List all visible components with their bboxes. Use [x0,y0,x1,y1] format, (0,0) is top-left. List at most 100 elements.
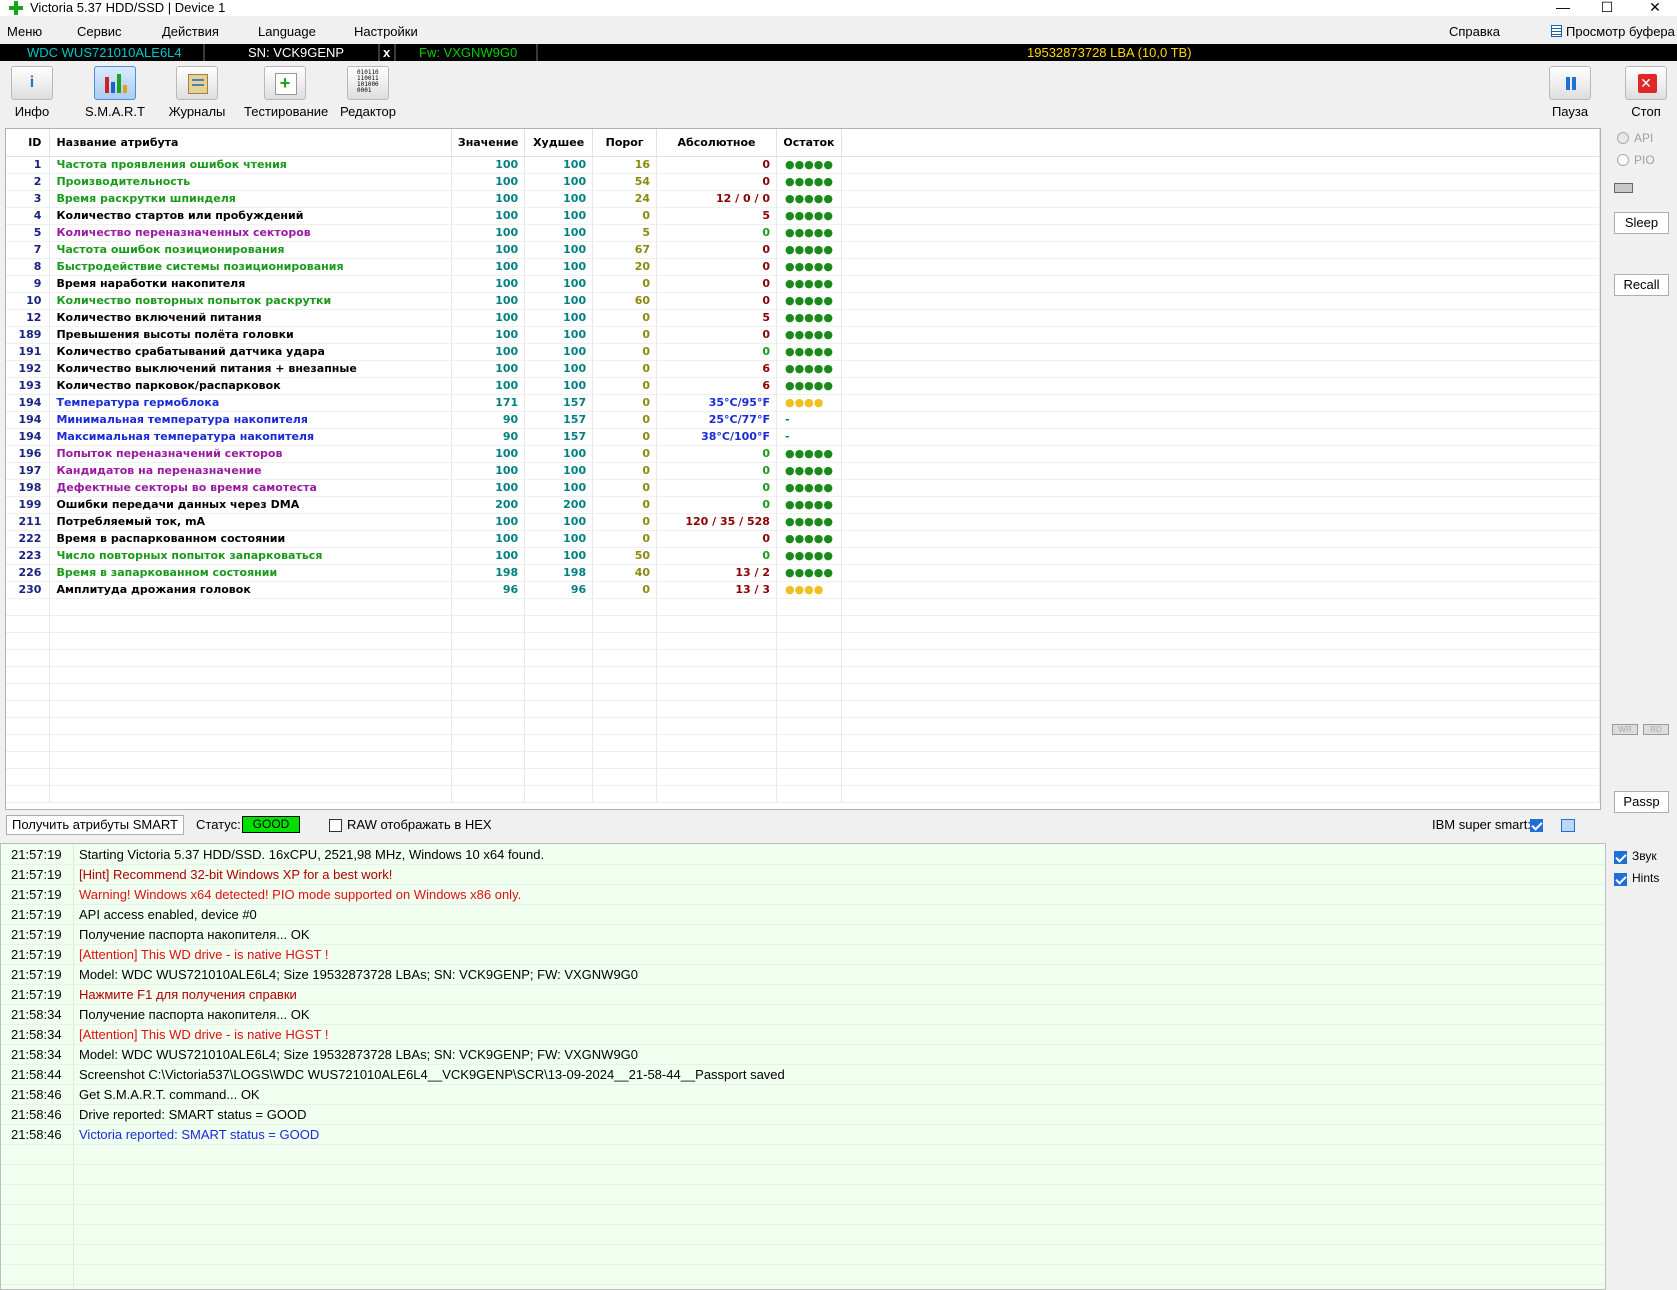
smart-empty-cell [841,768,1600,786]
smart-threshold-cell: 0 [592,411,658,429]
col-header-raw[interactable]: Абсолютное [656,129,777,157]
smart-row[interactable]: 5 Количество переназначенных секторов 100 1… [6,224,1600,242]
maximize-button[interactable]: ☐ [1592,0,1622,16]
smart-row[interactable]: 12 Количество включений питания 100 100 0 5 ●●… [6,309,1600,327]
smart-row[interactable]: 193 Количество парковок/распарковок 100 100… [6,377,1600,395]
smart-id-cell: 222 [6,530,51,548]
smart-row[interactable]: 196 Попыток переназначений секторов 100 100… [6,445,1600,463]
smart-row[interactable]: 8 Быстродействие системы позиционирования… [6,258,1600,276]
menu-actions[interactable]: Действия [162,24,219,40]
smart-empty-cell [6,785,51,803]
log-panel[interactable]: 21:57:19 Starting Victoria 5.37 HDD/SSD. … [0,843,1606,1290]
ibm-options-square[interactable] [1561,819,1575,832]
log-timestamp: 21:57:19 [11,907,62,922]
smart-button[interactable]: S.M.A.R.T [75,66,155,120]
hints-checkbox[interactable] [1614,873,1627,886]
smart-row[interactable]: 191 Количество срабатываний датчика удара… [6,343,1600,361]
menu-service[interactable]: Сервис [77,24,122,40]
ibm-super-smart-checkbox[interactable] [1530,819,1543,832]
smart-worst-cell: 157 [524,394,594,412]
smart-worst-cell: 100 [524,513,594,531]
log-message: Model: WDC WUS721010ALE6L4; Size 1953287… [79,967,639,982]
smart-row[interactable]: 211 Потребляемый ток, mA 100 100 0 120 / 35 /… [6,513,1600,531]
menu-main[interactable]: Меню [7,24,42,40]
sound-checkbox[interactable] [1614,851,1627,864]
log-empty-row [1,1225,1605,1245]
col-header-value[interactable]: Значение [451,129,526,157]
smart-worst-cell: 100 [524,343,594,361]
pio-radio[interactable] [1617,154,1629,166]
smart-empty-cell [776,768,842,786]
log-timestamp: 21:57:19 [11,867,62,882]
log-message: Starting Victoria 5.37 HDD/SSD. 16xCPU, … [79,847,545,862]
log-timestamp: 21:57:19 [11,847,62,862]
recall-button[interactable]: Recall [1614,274,1669,296]
smart-threshold-cell: 54 [592,173,658,191]
smart-row[interactable]: 194 Температура гермоблока 171 157 0 35°C/95°… [6,394,1600,412]
clipboard-view-button[interactable]: Просмотр буфера [1551,24,1675,40]
smart-id-cell: 230 [6,581,51,599]
smart-row[interactable]: 4 Количество стартов или пробуждений 100 10… [6,207,1600,225]
smart-row[interactable]: 2 Производительность 100 100 54 0 ●●●●● [6,173,1600,191]
col-header-name[interactable]: Название атрибута [49,129,453,157]
testing-button[interactable]: + Тестирование [244,66,328,120]
get-smart-button[interactable]: Получить атрибуты SMART [6,815,184,835]
api-radio[interactable] [1617,132,1629,144]
editor-button[interactable]: 010110 110011 101000 0001 Редактор [328,66,408,120]
menu-language[interactable]: Language [258,24,316,40]
raw-hex-checkbox[interactable] [329,819,342,832]
smart-row[interactable]: 198 Дефектные секторы во время самотеста 1… [6,479,1600,497]
smart-empty-cell [841,207,1600,225]
smart-row[interactable]: 197 Кандидатов на переназначение 100 100 0 0 ●… [6,462,1600,480]
smart-name-cell: Количество срабатываний датчика удара [49,343,453,361]
smart-row[interactable]: 226 Время в запаркованном состоянии 198 198… [6,564,1600,582]
smart-row[interactable]: 189 Превышения высоты полёта головки 100 10… [6,326,1600,344]
smart-empty-cell [451,785,526,803]
smart-raw-cell: 12 / 0 / 0 [656,190,777,208]
binary-editor-icon: 010110 110011 101000 0001 [347,66,389,100]
smart-empty-cell [841,496,1600,514]
passport-button[interactable]: Passp [1614,791,1669,813]
smart-row[interactable]: 194 Максимальная температура накопителя 90… [6,428,1600,446]
smart-row[interactable]: 9 Время наработки накопителя 100 100 0 0 ●●●●● [6,275,1600,293]
smart-row[interactable]: 199 Ошибки передачи данных через DMA 200 20… [6,496,1600,514]
smart-row[interactable]: 194 Минимальная температура накопителя 90 1… [6,411,1600,429]
pio-label: PIO [1634,153,1655,167]
smart-threshold-cell: 0 [592,445,658,463]
sleep-button[interactable]: Sleep [1614,212,1669,234]
smart-empty-cell [841,411,1600,429]
smart-row[interactable]: 3 Время раскрутки шпинделя 100 100 24 12 / 0 … [6,190,1600,208]
smart-empty-row [6,632,1600,650]
smart-row[interactable]: 223 Число повторных попыток запарковаться… [6,547,1600,565]
menu-settings[interactable]: Настройки [354,24,418,40]
wr-indicator: WR [1612,724,1638,735]
minimize-button[interactable]: — [1548,0,1578,16]
smart-attributes-panel[interactable]: ID Название атрибута Значение Худшее Пор… [5,128,1601,810]
pause-button[interactable]: Пауза [1530,66,1610,120]
smart-row[interactable]: 1 Частота проявления ошибок чтения 100 100 1… [6,156,1600,174]
smart-remain-cell: ●●●●● [776,377,842,395]
drive-eject-button[interactable]: x [383,44,390,61]
stop-button[interactable]: ✕ Стоп [1606,66,1677,120]
smart-id-cell: 9 [6,275,51,293]
smart-empty-cell [841,598,1600,616]
smart-row[interactable]: 222 Время в распаркованном состоянии 100 10… [6,530,1600,548]
info-button[interactable]: i Инфо [0,66,72,120]
col-header-worst[interactable]: Худшее [524,129,594,157]
journals-button[interactable]: Журналы [157,66,237,120]
smart-row[interactable]: 192 Количество выключений питания + внеза… [6,360,1600,378]
smart-empty-row [6,700,1600,718]
col-header-remain[interactable]: Остаток [776,129,842,157]
smart-row[interactable]: 230 Амплитуда дрожания головок 96 96 0 13 / 3… [6,581,1600,599]
close-window-button[interactable]: ✕ [1640,0,1670,16]
smart-row[interactable]: 10 Количество повторных попыток раскрутки… [6,292,1600,310]
col-header-threshold[interactable]: Порог [592,129,658,157]
menu-help[interactable]: Справка [1449,24,1500,40]
smart-name-cell: Время раскрутки шпинделя [49,190,453,208]
smart-worst-cell: 100 [524,309,594,327]
smart-empty-cell [6,717,51,735]
drive-info-bar[interactable]: WDC WUS721010ALE6L4 SN: VCK9GENP x Fw: V… [0,44,1677,61]
smart-row[interactable]: 7 Частота ошибок позиционирования 100 100 67… [6,241,1600,259]
smart-value-cell: 100 [451,190,526,208]
col-header-id[interactable]: ID [6,129,51,157]
